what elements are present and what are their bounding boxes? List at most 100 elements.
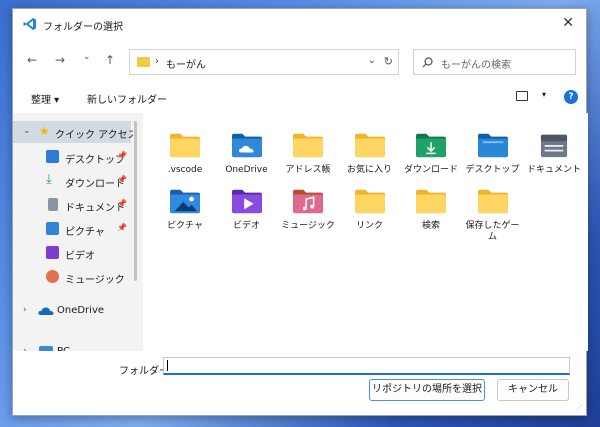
folder-icon (354, 133, 385, 158)
music-icon (46, 270, 59, 283)
document-icon (48, 198, 58, 211)
pin-icon: 📌 (117, 175, 127, 184)
file-item[interactable]: アドレス帳 (278, 125, 338, 185)
file-item-label: お気に入り (346, 165, 392, 175)
sidebar-scrollbar[interactable] (134, 121, 137, 281)
file-item[interactable]: ドキュメント (524, 125, 584, 185)
download-icon: ⤓ (46, 172, 52, 187)
folder-name-input[interactable] (163, 357, 570, 375)
file-item-label: .vscode (167, 165, 203, 175)
onedrive-folder-icon (231, 133, 262, 158)
desktop-folder-icon (477, 133, 508, 158)
file-item[interactable]: ビデオ (217, 181, 277, 241)
file-item[interactable]: ダウンロード (401, 125, 461, 185)
breadcrumb-current-folder[interactable]: もーがん (166, 56, 206, 71)
folder-icon (170, 133, 200, 158)
video-icon (46, 246, 59, 259)
sidebar-item-pictures[interactable]: ピクチャ 📌 (13, 218, 131, 240)
cancel-button[interactable]: キャンセル (497, 379, 569, 401)
file-item-label: デスクトップ (465, 165, 520, 175)
file-item-label: ビデオ (232, 221, 260, 231)
search-input[interactable]: もーがんの検索 (413, 49, 576, 75)
file-item-label: 検索 (421, 221, 440, 231)
text-caret (167, 360, 168, 371)
file-item-label: OneDrive (225, 165, 268, 175)
breadcrumb-separator: › (155, 56, 159, 67)
sidebar-item-label: ミュージック (65, 275, 125, 286)
sidebar-item-desktop[interactable]: デスクトップ 📌 (13, 146, 131, 168)
folder-icon (137, 57, 150, 67)
expand-chevron-icon: › (23, 305, 27, 315)
documents-folder-icon (540, 134, 568, 158)
close-button[interactable]: ✕ (562, 15, 574, 31)
videos-folder-icon (231, 189, 262, 214)
refresh-icon[interactable]: ↻ (384, 55, 393, 68)
file-item[interactable]: ピクチャ (155, 181, 215, 241)
sidebar-item-downloads[interactable]: ⤓ ダウンロード 📌 (13, 170, 131, 192)
file-item[interactable]: 保存したゲーム (463, 181, 523, 242)
address-dropdown-chevron-icon[interactable]: ⌄ (368, 55, 376, 66)
pin-icon: 📌 (117, 151, 127, 160)
sidebar-item-label: ドキュメント (65, 203, 125, 214)
forward-arrow-icon[interactable]: → (55, 53, 65, 67)
navigation-bar: ← → ⌄ ↑ › もーがん ⌄ ↻ もーがんの検索 (13, 47, 586, 77)
file-item-label: 保存したゲーム (465, 221, 520, 242)
file-item-label: アドレス帳 (285, 165, 331, 175)
window-title: フォルダーの選択 (43, 22, 123, 33)
file-item-label: ピクチャ (167, 221, 203, 231)
sidebar-item-label: ビデオ (65, 251, 95, 262)
new-folder-button[interactable]: 新しいフォルダー (87, 91, 167, 106)
select-repository-button[interactable]: リポジトリの場所を選択 (369, 379, 485, 401)
file-item-label: ミュージック (281, 221, 335, 231)
folder-icon (477, 189, 508, 214)
search-icon (422, 57, 433, 68)
sidebar-item-label: デスクトップ (65, 155, 125, 166)
resize-grip-icon[interactable]: ⋰ (576, 404, 583, 412)
file-item[interactable]: 検索 (401, 181, 461, 241)
sidebar-item-videos[interactable]: ビデオ (13, 242, 131, 264)
file-item-label: リンク (355, 221, 383, 231)
file-item[interactable]: お気に入り (340, 125, 400, 185)
sidebar-item-quick-access[interactable]: ⌄ ★ クイック アクセス (13, 121, 133, 143)
content-area: ⌄ ★ クイック アクセス デスクトップ 📌 ⤓ ダウンロード 📌 ドキュメント… (13, 113, 588, 351)
music-folder-icon (293, 189, 323, 214)
star-icon: ★ (39, 124, 50, 138)
file-item[interactable]: .vscode (155, 125, 215, 185)
file-item[interactable]: リンク (340, 181, 400, 241)
file-item-label: ダウンロード (403, 165, 458, 175)
help-icon[interactable]: ? (564, 90, 578, 104)
pin-icon: 📌 (117, 223, 127, 232)
sidebar-item-pc[interactable]: › PC (13, 341, 131, 351)
pc-icon (39, 346, 53, 351)
navigation-pane: ⌄ ★ クイック アクセス デスクトップ 📌 ⤓ ダウンロード 📌 ドキュメント… (13, 113, 133, 351)
file-item[interactable]: ミュージック (278, 181, 338, 241)
file-item-label: ドキュメント (526, 165, 581, 175)
file-item[interactable]: OneDrive (217, 125, 277, 185)
pin-icon: 📌 (117, 199, 127, 208)
sidebar-item-label: OneDrive (57, 305, 105, 316)
folder-icon (354, 189, 385, 214)
desktop-icon (46, 150, 59, 163)
sidebar-item-documents[interactable]: ドキュメント 📌 (13, 194, 131, 216)
pictures-folder-icon (170, 189, 200, 214)
sidebar-item-music[interactable]: ミュージック (13, 266, 131, 288)
sidebar-item-label: ダウンロード (65, 179, 125, 190)
title-bar: フォルダーの選択 ✕ (13, 9, 586, 39)
downloads-folder-icon (416, 133, 446, 158)
sidebar-item-label: クイック アクセス (55, 130, 133, 141)
folder-select-dialog: フォルダーの選択 ✕ ← → ⌄ ↑ › もーがん ⌄ ↻ もーがんの検索 整理… (12, 8, 588, 416)
vscode-icon (23, 18, 36, 30)
file-item[interactable]: デスクトップ (463, 125, 523, 185)
up-arrow-icon[interactable]: ↑ (105, 53, 115, 67)
view-chevron-icon[interactable]: ▾ (542, 90, 546, 99)
onedrive-cloud-icon (38, 307, 54, 315)
sidebar-item-onedrive[interactable]: › OneDrive (13, 300, 131, 322)
address-bar[interactable]: › もーがん ⌄ ↻ (129, 49, 399, 75)
back-arrow-icon[interactable]: ← (27, 53, 37, 67)
folder-icon (416, 189, 446, 214)
folder-icon (293, 133, 323, 158)
view-mode-icon[interactable] (516, 91, 528, 101)
picture-icon (46, 222, 59, 235)
recent-locations-chevron-icon[interactable]: ⌄ (83, 52, 91, 62)
organize-menu[interactable]: 整理 ▾ (31, 91, 59, 106)
